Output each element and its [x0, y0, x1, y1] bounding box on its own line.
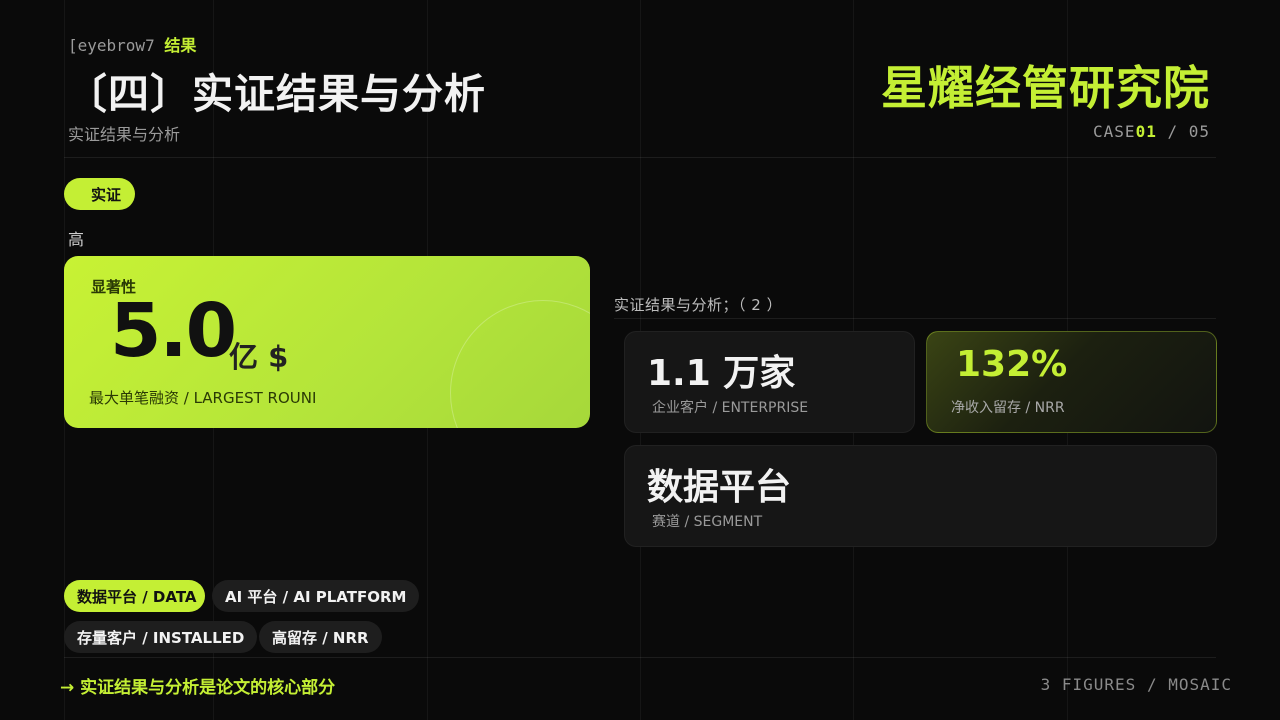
- stat-value: 数据平台: [647, 467, 792, 508]
- case-current: 01: [1135, 122, 1157, 141]
- chip-installed[interactable]: 存量客户 / INSTALLED: [64, 621, 258, 653]
- hero-stat-card: 显著性 5.0 亿 $ 最大单笔融资 / LARGEST ROUNI: [64, 256, 590, 428]
- page-title: 〔四〕实证结果与分析: [66, 70, 486, 118]
- eyebrow-code: [eyebrow7: [68, 36, 155, 55]
- brand-name: 星耀经管研究院: [881, 61, 1210, 115]
- section-divider: [614, 318, 1216, 319]
- stat-caption: 企业客户 / ENTERPRISE: [652, 400, 809, 416]
- chip-nrr[interactable]: 高留存 / NRR: [259, 621, 382, 653]
- stat-caption: 净收入留存 / NRR: [951, 400, 1065, 416]
- chip-data-platform[interactable]: 数据平台 / DATA: [64, 580, 205, 612]
- case-total: / 05: [1156, 122, 1210, 141]
- hero-unit: 亿 $: [229, 340, 289, 374]
- header-divider: [64, 157, 1216, 158]
- case-counter: CASE01 / 05: [1093, 122, 1210, 141]
- stat-value: 132%: [956, 344, 1068, 385]
- chip-ai-platform[interactable]: AI 平台 / AI PLATFORM: [212, 580, 420, 612]
- footer-figure-count: 3 FIGURES / MOSAIC: [1040, 675, 1232, 694]
- footer-takeaway: → 实证结果与分析是论文的核心部分: [60, 678, 336, 698]
- stat-card-enterprise: 1.1 万家 企业客户 / ENTERPRISE: [624, 331, 915, 433]
- section-label: 实证结果与分析；（ 2 ）: [614, 296, 783, 314]
- stat-card-nrr: 132% 净收入留存 / NRR: [926, 331, 1217, 433]
- decorative-circle: [450, 300, 590, 428]
- eyebrow-accent: 结果: [164, 36, 197, 55]
- level-label: 高: [68, 230, 85, 249]
- hero-caption: 最大单笔融资 / LARGEST ROUNI: [89, 389, 317, 407]
- stat-caption: 赛道 / SEGMENT: [652, 514, 763, 530]
- footer-divider: [64, 657, 1216, 658]
- case-prefix: CASE: [1093, 122, 1136, 141]
- evidence-tag: 实证: [64, 178, 136, 210]
- eyebrow: [eyebrow7 结果: [68, 32, 196, 56]
- stat-card-segment: 数据平台 赛道 / SEGMENT: [624, 445, 1217, 547]
- hero-value: 5.0: [110, 288, 237, 374]
- page-subtitle: 实证结果与分析: [68, 125, 181, 144]
- stat-value: 1.1 万家: [647, 353, 796, 394]
